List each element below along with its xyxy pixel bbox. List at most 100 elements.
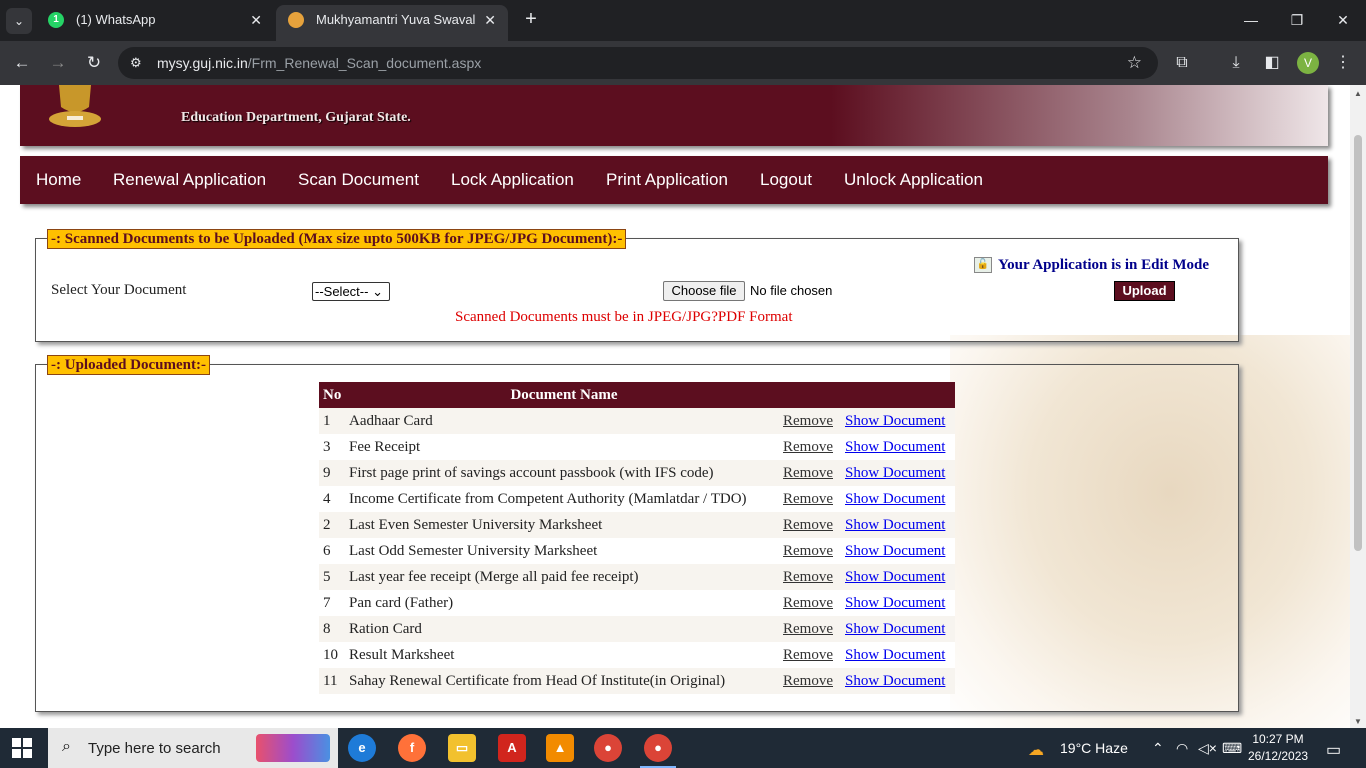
table-row: 2 Last Even Semester University Marksheet… — [319, 512, 955, 538]
remove-link[interactable]: Remove — [783, 543, 833, 559]
chevron-down-icon: ⌄ — [372, 284, 383, 299]
menu-logout[interactable]: Logout — [760, 170, 812, 190]
document-name: Result Marksheet — [347, 642, 779, 668]
remove-link[interactable]: Remove — [783, 491, 833, 507]
table-row: 11 Sahay Renewal Certificate from Head Of… — [319, 668, 955, 694]
scroll-down-arrow-icon[interactable]: ▼ — [1353, 717, 1363, 726]
document-name: Last year fee receipt (Merge all paid fe… — [347, 564, 779, 590]
document-name: Last Even Semester University Marksheet — [347, 512, 779, 538]
site-favicon-icon — [288, 12, 304, 28]
show-document-link[interactable]: Show Document — [845, 413, 945, 429]
wifi-icon[interactable]: ◠ — [1176, 740, 1188, 757]
menu-renewal-application[interactable]: Renewal Application — [113, 170, 266, 190]
remove-link[interactable]: Remove — [783, 595, 833, 611]
acrobat-icon[interactable]: A — [498, 734, 526, 762]
row-number: 5 — [319, 564, 347, 590]
show-document-link[interactable]: Show Document — [845, 595, 945, 611]
tab-mysy[interactable]: Mukhyamantri Yuva Swavalamb ✕ — [276, 5, 508, 41]
menu-home[interactable]: Home — [36, 170, 81, 190]
tab-search-icon[interactable]: ⌄ — [6, 8, 32, 34]
volume-icon[interactable]: ◁× — [1198, 740, 1217, 757]
bookmark-star-icon[interactable]: ☆ — [1127, 53, 1142, 73]
weather-text[interactable]: 19°C Haze — [1060, 740, 1128, 756]
notifications-icon[interactable]: ▭ — [1326, 740, 1341, 760]
choose-file-button[interactable]: Choose file — [663, 281, 745, 301]
document-name: Ration Card — [347, 616, 779, 642]
tab-whatsapp[interactable]: 1 (1) WhatsApp ✕ — [36, 5, 274, 41]
select-document-label: Select Your Document — [51, 282, 187, 298]
windows-start-icon[interactable] — [12, 738, 32, 758]
remove-link[interactable]: Remove — [783, 439, 833, 455]
chrome-profile-icon[interactable]: ● — [640, 734, 676, 768]
profile-avatar[interactable]: V — [1297, 52, 1319, 74]
chrome-icon[interactable]: ● — [594, 734, 622, 762]
taskbar-search-box[interactable]: ⌕ Type here to search — [48, 728, 338, 768]
show-document-link[interactable]: Show Document — [845, 673, 945, 689]
show-document-link[interactable]: Show Document — [845, 543, 945, 559]
format-note: Scanned Documents must be in JPEG/JPG?PD… — [455, 309, 793, 325]
show-document-link[interactable]: Show Document — [845, 491, 945, 507]
reload-icon[interactable]: ↻ — [80, 49, 108, 77]
scroll-thumb[interactable] — [1354, 135, 1362, 551]
column-header-no: No — [319, 382, 347, 408]
firefox-icon[interactable]: f — [398, 734, 426, 762]
back-icon[interactable]: ← — [8, 49, 36, 77]
close-icon[interactable]: ✕ — [250, 5, 262, 35]
row-number: 4 — [319, 486, 347, 512]
page-scrollbar[interactable]: ▲ ▼ — [1350, 85, 1366, 728]
side-panel-icon[interactable]: ◧ — [1260, 51, 1284, 75]
remove-link[interactable]: Remove — [783, 673, 833, 689]
column-header-show — [841, 382, 955, 408]
column-header-remove — [779, 382, 841, 408]
remove-link[interactable]: Remove — [783, 569, 833, 585]
restore-icon[interactable]: ❐ — [1282, 6, 1312, 34]
vlc-icon[interactable]: ▲ — [546, 734, 574, 762]
window-close-icon[interactable]: ✕ — [1328, 6, 1358, 34]
minimize-icon[interactable]: — — [1236, 6, 1266, 34]
menu-print-application[interactable]: Print Application — [606, 170, 728, 190]
edge-icon[interactable]: e — [348, 734, 376, 762]
remove-link[interactable]: Remove — [783, 621, 833, 637]
document-type-select[interactable]: --Select-- ⌄ — [312, 282, 390, 301]
menu-unlock-application[interactable]: Unlock Application — [844, 170, 983, 190]
close-icon[interactable]: ✕ — [484, 5, 496, 35]
more-menu-icon[interactable]: ⋮ — [1331, 51, 1355, 75]
forward-icon[interactable]: → — [44, 49, 72, 77]
menu-lock-application[interactable]: Lock Application — [451, 170, 574, 190]
taskbar-search-placeholder: Type here to search — [88, 740, 221, 757]
row-number: 6 — [319, 538, 347, 564]
remove-link[interactable]: Remove — [783, 517, 833, 533]
show-document-link[interactable]: Show Document — [845, 465, 945, 481]
site-title-graphic — [270, 85, 870, 91]
upload-button[interactable]: Upload — [1114, 281, 1175, 301]
remove-link[interactable]: Remove — [783, 647, 833, 663]
header-subtitle: Education Department, Gujarat State. — [181, 110, 411, 125]
tray-chevron-icon[interactable]: ⌃ — [1152, 740, 1164, 757]
show-document-link[interactable]: Show Document — [845, 439, 945, 455]
show-document-link[interactable]: Show Document — [845, 647, 945, 663]
remove-link[interactable]: Remove — [783, 413, 833, 429]
search-highlight-art — [256, 734, 330, 762]
menu-scan-document[interactable]: Scan Document — [298, 170, 419, 190]
tab-title: (1) WhatsApp — [76, 12, 156, 27]
weather-icon[interactable]: ☁ — [1028, 740, 1044, 760]
address-bar[interactable]: ⚙ mysy.guj.nic.in/Frm_Renewal_Scan_docum… — [118, 47, 1158, 79]
show-document-link[interactable]: Show Document — [845, 517, 945, 533]
site-info-icon[interactable]: ⚙ — [130, 55, 146, 71]
file-explorer-icon[interactable]: ▭ — [448, 734, 476, 762]
table-row: 6 Last Odd Semester University Marksheet R… — [319, 538, 955, 564]
gujarat-emblem-icon — [49, 85, 101, 127]
scroll-up-arrow-icon[interactable]: ▲ — [1353, 89, 1363, 98]
browser-tab-bar: ⌄ 1 (1) WhatsApp ✕ Mukhyamantri Yuva Swa… — [0, 0, 1366, 41]
search-icon: ⌕ — [62, 738, 71, 755]
new-tab-icon[interactable]: + — [520, 8, 542, 30]
taskbar-clock[interactable]: 10:27 PM 26/12/2023 — [1248, 731, 1308, 765]
download-icon[interactable]: ⤓ — [1224, 51, 1248, 75]
show-document-link[interactable]: Show Document — [845, 569, 945, 585]
language-icon[interactable]: ⌨ — [1222, 740, 1242, 757]
page-viewport: Education Department, Gujarat State. Hom… — [0, 85, 1350, 728]
show-document-link[interactable]: Show Document — [845, 621, 945, 637]
extensions-icon[interactable]: ⧉ — [1170, 51, 1194, 75]
uploaded-documents-panel: -: Uploaded Document:- No Document Name … — [35, 355, 1239, 712]
remove-link[interactable]: Remove — [783, 465, 833, 481]
